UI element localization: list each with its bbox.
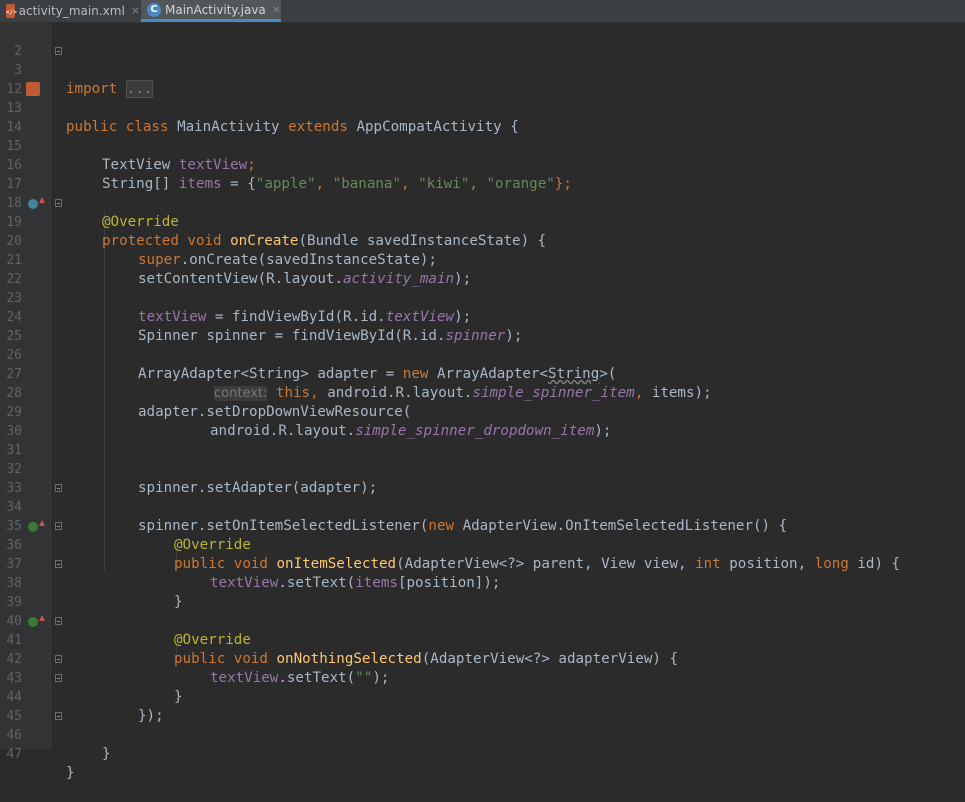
code-line: 28 adapter.setDropDownViewResource(: [0, 365, 965, 420]
editor-tab-bar: activity_main.xml × MainActivity.java ×: [0, 0, 965, 23]
code-line: 39: [0, 574, 965, 610]
code-line: 35 @Override: [0, 498, 965, 553]
code-line: 13 public class MainActivity extends App…: [0, 80, 965, 135]
code-line: 43 }: [0, 650, 965, 705]
xml-file-icon: [6, 4, 15, 18]
code-line: 16 String[] items = {"apple", "banana", …: [0, 137, 965, 192]
code-line: 42 textView.setText("");: [0, 631, 965, 686]
code-line: 46 }: [0, 707, 965, 762]
code-line: 47 }: [0, 726, 965, 781]
tab-label: MainActivity.java: [165, 2, 266, 17]
code-line: 20 super.onCreate(savedInstanceState);: [0, 213, 965, 268]
tab-mainactivity-java[interactable]: MainActivity.java ×: [141, 0, 281, 22]
code-line: 37 textView.setText(items[position]);: [0, 536, 965, 591]
code-line: 24 Spinner spinner = findViewById(R.id.s…: [0, 289, 965, 344]
code-line: 40 @Override: [0, 593, 965, 648]
code-line: 38 }: [0, 555, 965, 610]
code-line: 45: [0, 688, 965, 724]
code-line: 34 spinner.setOnItemSelectedListener(new…: [0, 479, 965, 534]
code-line: 3 import ...: [0, 42, 965, 98]
code-line: 27 context: this, android.R.layout.simpl…: [0, 346, 965, 401]
code-line: 19 protected void onCreate(Bundle savedI…: [0, 194, 965, 249]
code-line: 31: [0, 422, 965, 458]
code-line: 2: [0, 23, 965, 59]
code-line: 25: [0, 308, 965, 344]
code-line: 14: [0, 99, 965, 135]
code-line: 21 setContentView(R.layout.activity_main…: [0, 232, 965, 287]
code-line: 17: [0, 156, 965, 192]
close-icon[interactable]: ×: [131, 0, 140, 22]
tab-label: activity_main.xml: [18, 4, 125, 18]
close-icon[interactable]: ×: [272, 0, 281, 21]
code-line: 30: [0, 403, 965, 439]
code-line: 32 spinner.setAdapter(adapter);: [0, 441, 965, 496]
code-line: 23 textView = findViewById(R.id.textView…: [0, 270, 965, 325]
java-class-icon: [147, 2, 161, 17]
code-line: 18 @Override: [0, 175, 965, 230]
code-line: 29 android.R.layout.simple_spinner_dropd…: [0, 384, 965, 439]
code-line: 22: [0, 251, 965, 287]
code-line: 26 ArrayAdapter<String> adapter = new Ar…: [0, 327, 965, 382]
tab-activity-main-xml[interactable]: activity_main.xml ×: [0, 0, 140, 22]
code-line: 41 public void onNothingSelected(Adapter…: [0, 612, 965, 667]
code-line: 33: [0, 460, 965, 496]
line-number: 47: [6, 747, 22, 762]
code-line: 12: [0, 61, 965, 97]
code-line: 36 public void onItemSelected(AdapterVie…: [0, 517, 965, 572]
code-line: 44 });: [0, 669, 965, 724]
code-line: 15 TextView textView;: [0, 118, 965, 173]
